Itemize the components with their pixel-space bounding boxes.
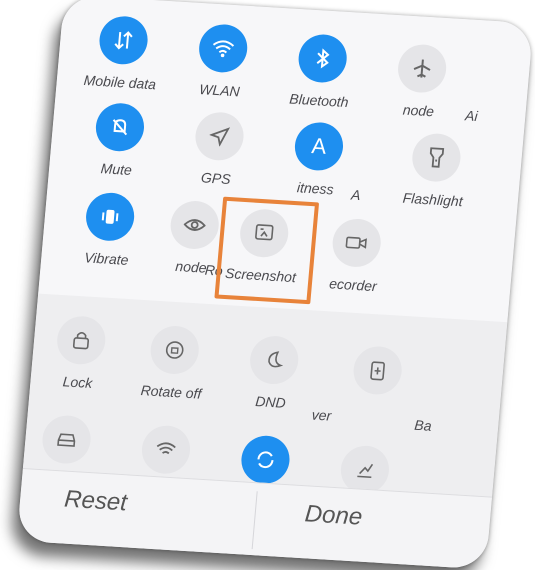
- tile-label: Ba: [413, 416, 433, 434]
- reset-button[interactable]: Reset: [63, 486, 128, 518]
- sync-icon: [239, 434, 292, 486]
- tile-rotate-off[interactable]: Rotate off: [125, 323, 221, 402]
- tile-battery[interactable]: [331, 344, 425, 397]
- stage: Mobile data WLAN Bluetooth node Ai Mute …: [0, 0, 535, 570]
- tile-partial[interactable]: Ai: [464, 50, 530, 127]
- tile-mobile-data[interactable]: Mobile data: [74, 14, 170, 93]
- tile-airplane-mode[interactable]: node: [373, 42, 469, 121]
- tile-gps[interactable]: GPS: [170, 110, 266, 189]
- battery-icon: [351, 345, 404, 396]
- tile-label: ver: [311, 406, 332, 424]
- vibrate-icon: [84, 191, 137, 243]
- bluetooth-icon: [296, 33, 349, 84]
- video-camera-icon: [330, 217, 383, 269]
- location-arrow-icon: [193, 110, 246, 162]
- tile-car[interactable]: [20, 413, 114, 466]
- footer-divider: [251, 491, 258, 550]
- tile-label: A: [350, 186, 362, 204]
- data-arrows-icon: [97, 14, 150, 66]
- tile-wlan[interactable]: WLAN: [174, 22, 270, 101]
- tile-sync[interactable]: [218, 433, 312, 486]
- tile-vibrate[interactable]: Vibrate: [61, 190, 157, 269]
- wifi-icon: [139, 424, 193, 476]
- screenshot-highlight-box: [214, 196, 320, 305]
- eye-icon: [168, 199, 221, 251]
- flashlight-icon: [410, 132, 463, 184]
- airplane-icon: [396, 43, 449, 94]
- moon-icon: [248, 334, 301, 386]
- tile-lock[interactable]: Lock: [32, 314, 128, 393]
- bell-off-icon: [93, 101, 147, 153]
- quick-settings-panel: Mobile data WLAN Bluetooth node Ai Mute …: [16, 0, 534, 570]
- rotate-lock-icon: [148, 324, 201, 376]
- tile-bluetooth[interactable]: Bluetooth: [273, 32, 369, 111]
- tile-mute[interactable]: Mute: [71, 101, 167, 180]
- wifi-icon: [197, 23, 250, 74]
- car-icon: [40, 414, 93, 465]
- tile-screen-recorder[interactable]: ecorder: [307, 216, 403, 295]
- tile-partial-right[interactable]: Ba: [397, 406, 449, 435]
- tile-wifi-secondary[interactable]: [119, 423, 213, 476]
- letter-a-icon: A: [292, 121, 346, 172]
- done-button[interactable]: Done: [304, 500, 364, 531]
- tile-saver[interactable]: ver: [296, 396, 348, 425]
- lock-icon: [55, 314, 108, 366]
- tile-auto[interactable]: A: [335, 128, 381, 204]
- tile-flashlight[interactable]: Flashlight: [377, 130, 493, 210]
